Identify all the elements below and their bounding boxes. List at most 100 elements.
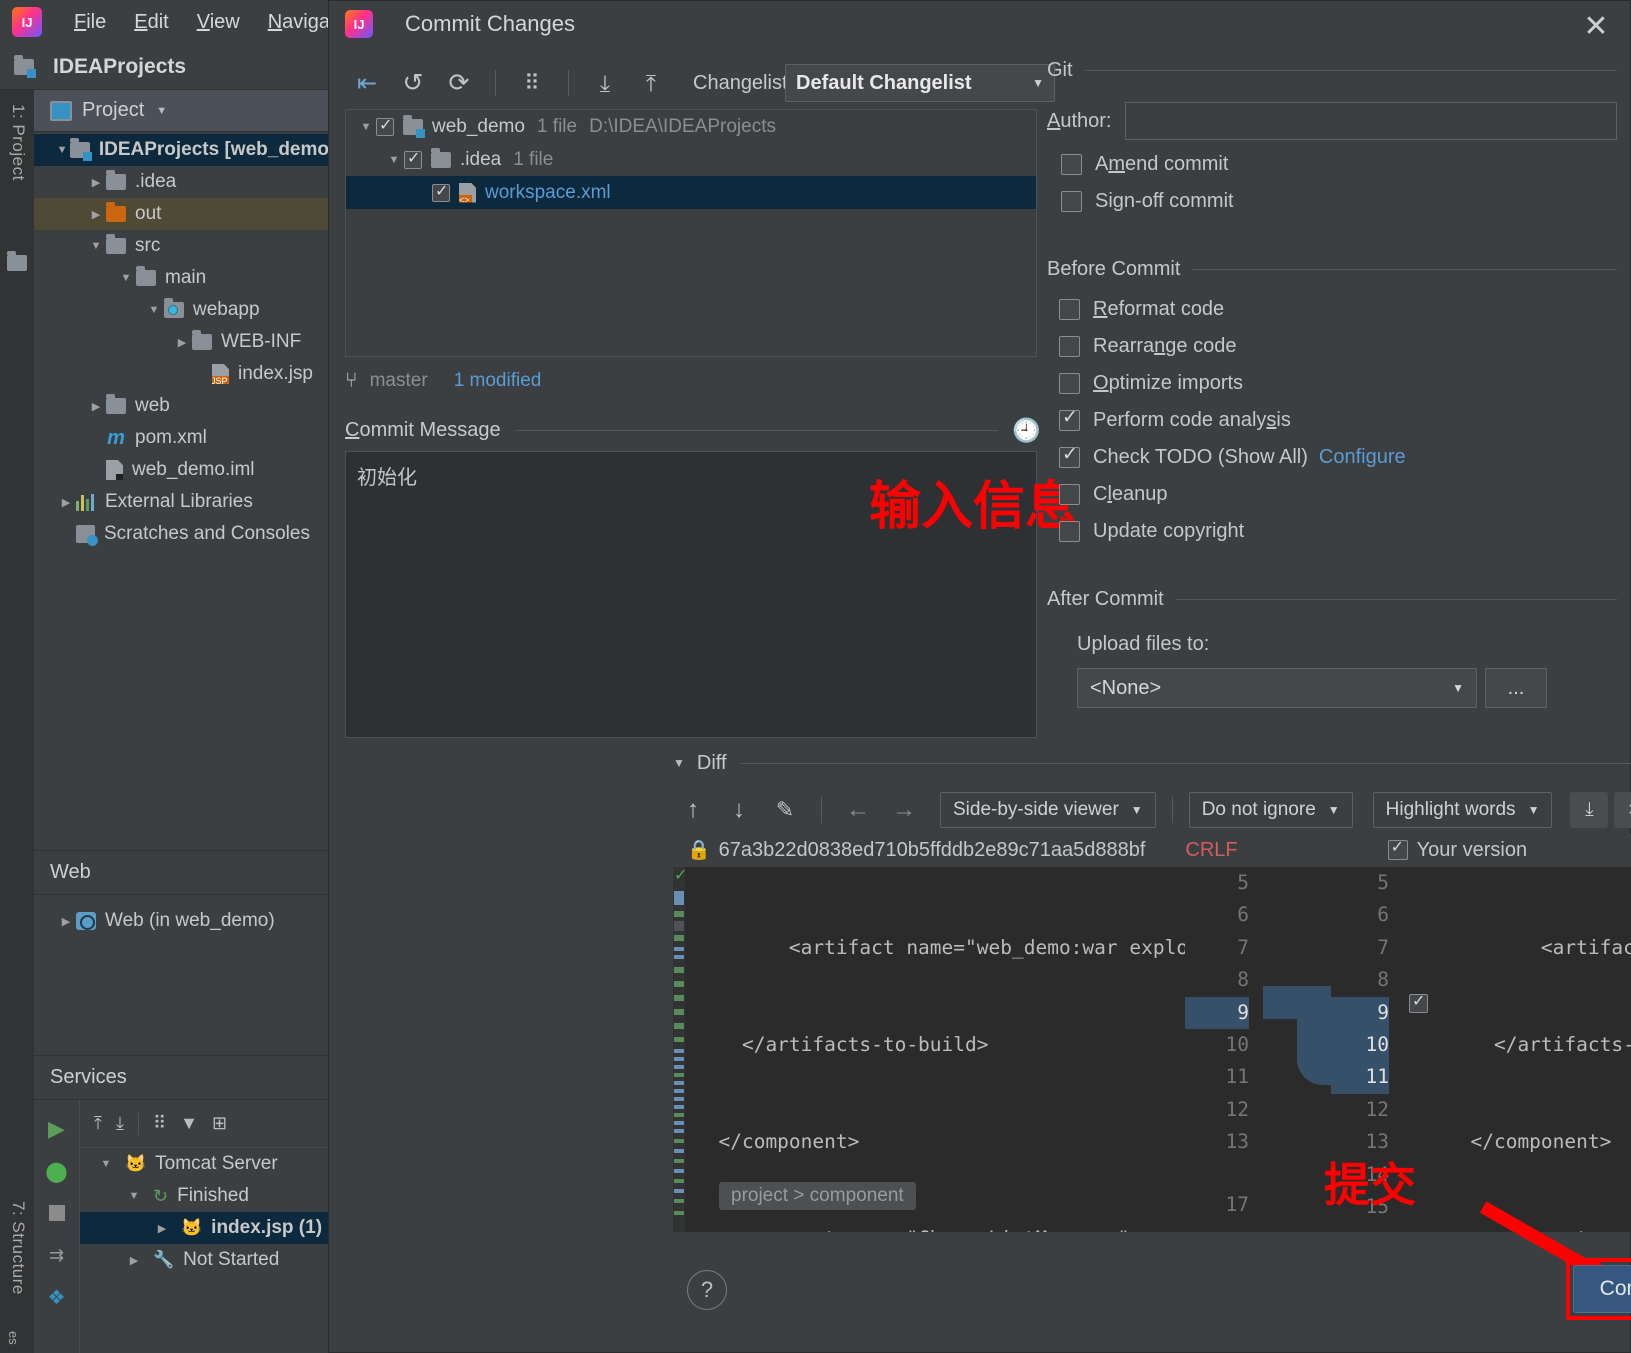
checkbox[interactable] [1061,191,1082,212]
chevron-down-icon[interactable]: ▼ [124,1190,144,1202]
update-copyright-checkbox[interactable]: Update copyright [1059,513,1617,550]
checkbox[interactable] [404,148,422,169]
next-difference-icon[interactable]: ↓ [719,792,759,828]
collapse-all-icon[interactable]: ⤓ [116,1113,124,1134]
accept-change-checkbox[interactable] [1409,991,1428,1013]
sync-scroll-icon[interactable]: ⇕ [1614,792,1631,828]
rollback-icon[interactable]: ↺ [393,65,433,101]
whitespace-mode-select[interactable]: Do not ignore ▼ [1188,792,1353,828]
chevron-down-icon[interactable]: ▼ [144,304,164,316]
group-by-icon[interactable]: ⠿ [512,65,552,101]
highlight-mode-select[interactable]: Highlight words ▼ [1372,792,1553,828]
tree-item-web-inf[interactable]: ▶ WEB-INF [34,326,329,358]
clock-icon[interactable]: 🕘 [1012,417,1041,444]
file-row-idea[interactable]: ▼ .idea 1 file [346,143,1036,176]
chevron-right-icon[interactable]: ▶ [172,336,192,349]
author-field[interactable] [1125,102,1617,140]
checkbox[interactable] [1059,484,1080,505]
changelist-select[interactable]: Default Changelist ▼ [785,64,1055,102]
amend-commit-checkbox[interactable]: Amend commit [1047,146,1617,183]
chevron-down-icon[interactable]: ▼ [96,1158,116,1170]
tree-item-webapp[interactable]: ▼ webapp [34,294,329,326]
accept-left-icon[interactable]: ← [838,792,878,828]
tree-item-src[interactable]: ▼ src [34,230,329,262]
services-item-finished[interactable]: ▼ ↻ Finished [80,1180,329,1212]
chevron-down-icon[interactable]: ▼ [86,240,106,252]
chevron-down-icon[interactable]: ▼ [673,756,685,770]
checkbox[interactable] [1061,154,1082,175]
upload-target-select[interactable]: <None> ▼ [1077,668,1477,708]
project-tree[interactable]: ▼ IDEAProjects [web_demo ▶ .idea ▶ out ▼… [34,132,329,550]
collapse-all-icon[interactable]: ⤒ [631,65,671,101]
perform-code-analysis-checkbox[interactable]: Perform code analysis [1059,402,1617,439]
checkbox[interactable] [1059,406,1080,431]
menu-edit[interactable]: Edit [120,7,182,38]
add-service-icon[interactable]: ⊞ [212,1113,227,1134]
chevron-down-icon[interactable]: ▼ [116,272,136,284]
refresh-icon[interactable]: ⟳ [439,65,479,101]
project-stripe-icon[interactable] [7,251,27,271]
rerun-failed-icon[interactable]: ⇉ [34,1234,79,1276]
group-by-icon[interactable]: ⠿ [153,1113,166,1134]
menu-file[interactable]: File [60,7,120,38]
chevron-right-icon[interactable]: ▶ [152,1222,172,1235]
services-item-index-jsp[interactable]: ▶ 🐱 index.jsp (1) [80,1212,329,1244]
chevron-down-icon[interactable]: ▼ [54,144,70,156]
checkbox[interactable] [1059,443,1080,468]
changed-files-list[interactable]: ▼ web_demo 1 file D:\IDEA\IDEAProjects ▼… [345,109,1037,357]
rearrange-code-checkbox[interactable]: Rearrange code [1059,328,1617,365]
tree-item-scratches[interactable]: Scratches and Consoles [34,518,329,550]
chevron-right-icon[interactable]: ▶ [86,208,106,221]
stripe-project-label[interactable]: 1: Project [8,104,28,181]
close-icon[interactable]: ✕ [1576,9,1616,43]
tree-item-pom-xml[interactable]: m pom.xml [34,422,329,454]
tree-item-index-jsp[interactable]: · index.jsp [34,358,329,390]
check-todo-checkbox[interactable]: Check TODO (Show All) Configure [1059,439,1617,476]
filter-icon[interactable]: ▼ [180,1113,198,1134]
move-to-another-changelist-icon[interactable]: ⇤ [347,65,387,101]
commit-button[interactable]: Commit ▼ [1572,1265,1631,1313]
checkbox[interactable] [432,181,450,202]
expand-all-icon[interactable]: ⤒ [94,1113,102,1134]
stripe-structure-label[interactable]: 7: Structure [8,1201,28,1295]
accept-right-icon[interactable]: → [884,792,924,828]
chevron-down-icon[interactable]: ▼ [356,121,376,133]
tree-item-external-libraries[interactable]: ▶ External Libraries [34,486,329,518]
reformat-code-checkbox[interactable]: Reformat code [1059,291,1617,328]
tree-item-out[interactable]: ▶ out [34,198,329,230]
debug-icon[interactable]: ⬤ [34,1150,79,1192]
viewer-mode-select[interactable]: Side-by-side viewer ▼ [940,792,1156,828]
services-item-not-started[interactable]: ▶ 🔧 Not Started [80,1244,329,1276]
chevron-right-icon[interactable]: ▶ [56,496,76,509]
tree-item-ideaprojects[interactable]: ▼ IDEAProjects [web_demo [34,134,329,166]
tree-item-web-demo-iml[interactable]: web_demo.iml [34,454,329,486]
checkbox[interactable] [1059,299,1080,320]
diff-viewer[interactable]: ✓ <artifact name="web_demo:war exploded … [673,867,1631,1232]
cleanup-checkbox[interactable]: Cleanup [1059,476,1617,513]
menu-view[interactable]: View [183,7,254,38]
diff-right-pane[interactable]: <artifact name="web_demo:war exploded" <… [1437,867,1631,1232]
project-panel-header[interactable]: Project ▼ [34,90,329,132]
chevron-right-icon[interactable]: ▶ [86,400,106,413]
run-icon[interactable]: ▶ [34,1108,79,1150]
configure-link[interactable]: Configure [1319,446,1406,469]
sign-off-commit-checkbox[interactable]: Sign-off commit [1047,183,1617,220]
stripe-favorites-label[interactable]: es [6,1331,21,1345]
your-version-checkbox[interactable] [1387,837,1408,860]
services-settings-icon[interactable]: ❖ [34,1276,79,1318]
services-item-tomcat-server[interactable]: ▼ 🐱 Tomcat Server [80,1148,329,1180]
chevron-down-icon[interactable]: ▼ [384,154,404,166]
web-panel-item[interactable]: ▶ Web (in web_demo) [34,905,329,937]
expand-all-icon[interactable]: ⤓ [585,65,625,101]
checkbox[interactable] [376,115,394,136]
checkbox[interactable] [1059,521,1080,542]
file-row-web-demo[interactable]: ▼ web_demo 1 file D:\IDEA\IDEAProjects [346,110,1036,143]
help-button[interactable]: ? [687,1270,727,1310]
chevron-down-icon[interactable]: ▼ [156,105,167,117]
chevron-right-icon[interactable]: ▶ [56,915,76,928]
prev-difference-icon[interactable]: ↑ [673,792,713,828]
file-row-workspace-xml[interactable]: workspace.xml [346,176,1036,209]
checkbox[interactable] [1059,373,1080,394]
edit-icon[interactable]: ✎ [765,792,805,828]
chevron-right-icon[interactable]: ▶ [124,1254,144,1267]
